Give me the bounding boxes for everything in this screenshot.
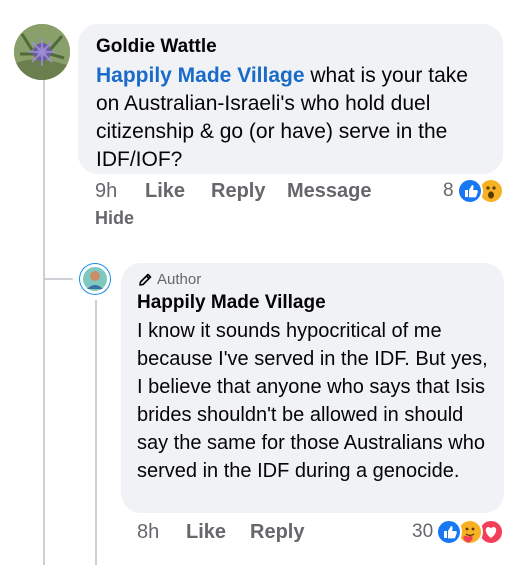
message-button[interactable]: Message bbox=[287, 180, 372, 203]
reply-button[interactable]: Reply bbox=[211, 180, 265, 203]
thread-line bbox=[43, 78, 45, 565]
author-badge-label: Author bbox=[157, 271, 202, 288]
mention-link[interactable]: Happily Made Village bbox=[96, 64, 305, 87]
reply-text: I know it sounds hypocritical of me beca… bbox=[137, 320, 488, 482]
like-button[interactable]: Like bbox=[145, 180, 185, 203]
pencil-icon bbox=[139, 273, 152, 286]
reply-reactions[interactable]: 30 bbox=[412, 519, 505, 545]
thread-branch bbox=[43, 260, 45, 280]
comment-author-name[interactable]: Goldie Wattle bbox=[96, 34, 485, 60]
author-badge: Author bbox=[137, 271, 488, 288]
comment-bubble: Goldie Wattle Happily Made Village what … bbox=[78, 24, 503, 174]
like-icon bbox=[456, 178, 483, 204]
reply-thread-line bbox=[95, 300, 97, 565]
reply-like-button[interactable]: Like bbox=[186, 521, 226, 544]
thread-branch-curve bbox=[43, 278, 73, 280]
flower-avatar-image bbox=[14, 24, 70, 80]
reply-reaction-count: 30 bbox=[412, 521, 434, 542]
reaction-count: 8 bbox=[443, 180, 454, 201]
comment-reactions[interactable]: 8 bbox=[443, 178, 504, 204]
author-avatar[interactable] bbox=[79, 263, 111, 295]
reply-reply-button[interactable]: Reply bbox=[250, 521, 304, 544]
reply-timestamp[interactable]: 8h bbox=[137, 521, 159, 544]
author-avatar-image bbox=[80, 264, 110, 294]
comment-timestamp[interactable]: 9h bbox=[95, 180, 117, 203]
reply-author-name[interactable]: Happily Made Village bbox=[137, 290, 488, 315]
reply-bubble: Author Happily Made Village I know it so… bbox=[121, 263, 504, 513]
hide-button[interactable]: Hide bbox=[95, 208, 134, 229]
like-icon bbox=[436, 519, 463, 545]
comment-text: Happily Made Village what is your take o… bbox=[96, 62, 485, 174]
avatar[interactable] bbox=[14, 24, 70, 80]
